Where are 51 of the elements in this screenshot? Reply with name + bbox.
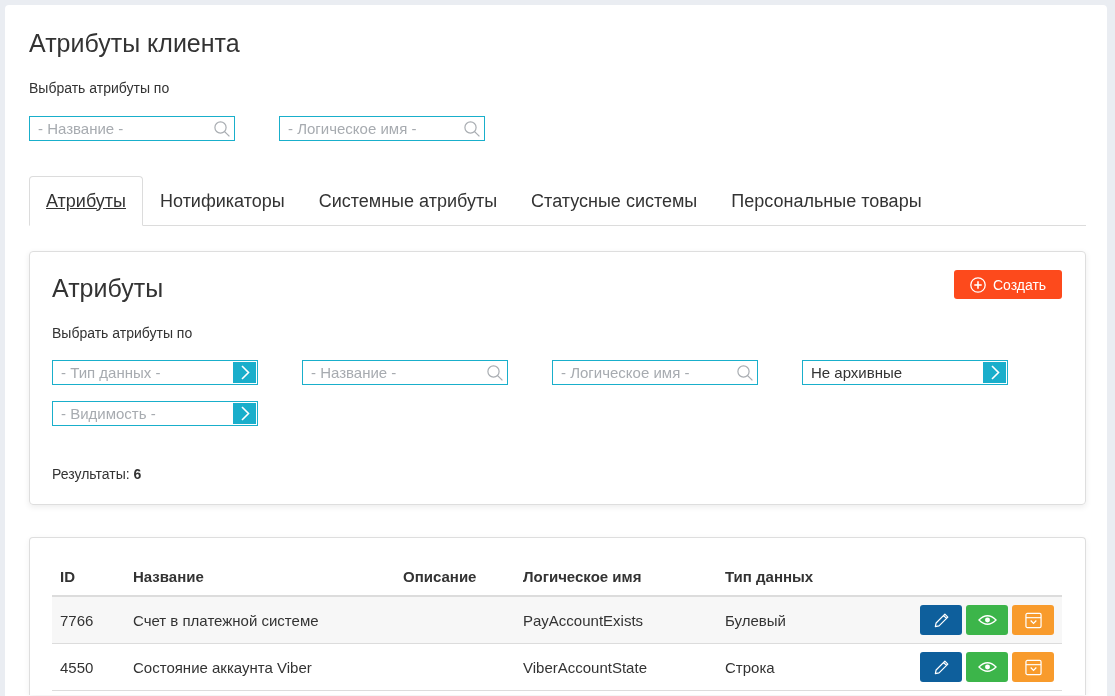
select-field[interactable]: Не архивные <box>802 360 1008 385</box>
search-icon <box>464 120 480 137</box>
table-cell: Строка <box>725 658 775 676</box>
search-field[interactable]: - Название - <box>29 116 235 141</box>
panel-title: Атрибуты <box>52 273 164 304</box>
view-button[interactable] <box>966 652 1008 682</box>
search-icon <box>487 364 503 381</box>
tab[interactable]: Персональные товары <box>714 176 939 226</box>
table-cell: 7766 <box>60 611 94 629</box>
tab[interactable]: Статусные системы <box>514 176 715 226</box>
select-field[interactable]: - Видимость - <box>52 401 258 426</box>
edit-button[interactable] <box>920 652 962 682</box>
column-header: Название <box>133 567 204 585</box>
filter-label: Выбрать атрибуты по <box>29 79 171 98</box>
pencil-icon <box>932 658 950 676</box>
table-cell: Счет в платежной системе <box>133 611 319 629</box>
tab[interactable]: Системные атрибуты <box>301 176 515 226</box>
chevron-icon[interactable] <box>233 362 256 383</box>
column-header: Логическое имя <box>523 567 642 585</box>
search-field[interactable]: - Логическое имя - <box>552 360 758 385</box>
tab[interactable]: Нотификаторы <box>143 176 302 226</box>
select-field[interactable]: - Тип данных - <box>52 360 258 385</box>
column-header: Тип данных <box>725 567 814 585</box>
table-cell: ViberAccountState <box>523 658 647 676</box>
results-count: Результаты: 6 <box>52 466 142 482</box>
edit-button[interactable] <box>920 605 962 635</box>
search-field[interactable]: - Логическое имя - <box>279 116 485 141</box>
search-icon <box>214 120 230 137</box>
table-cell: Состояние аккаунта Viber <box>133 658 312 676</box>
archive-button[interactable] <box>1012 652 1054 682</box>
page-title: Атрибуты клиента <box>29 28 241 59</box>
column-header: Описание <box>403 567 477 585</box>
chevron-icon[interactable] <box>983 362 1006 383</box>
eye-icon <box>977 614 997 626</box>
archive-tray-icon <box>1024 611 1042 629</box>
plus-circle-icon <box>969 276 986 293</box>
table-cell: PayAccountExists <box>523 611 644 629</box>
table-cell: 4550 <box>60 658 94 676</box>
search-icon <box>737 364 753 381</box>
archive-button[interactable] <box>1012 605 1054 635</box>
column-header: ID <box>60 567 75 585</box>
table-cell: Булевый <box>725 611 786 629</box>
create-button[interactable]: Создать <box>954 270 1062 299</box>
tab[interactable]: Атрибуты <box>29 176 143 226</box>
chevron-icon[interactable] <box>233 403 256 424</box>
view-button[interactable] <box>966 605 1008 635</box>
pencil-icon <box>932 611 950 629</box>
archive-tray-icon <box>1024 658 1042 676</box>
filter-label: Выбрать атрибуты по <box>52 324 194 343</box>
eye-icon <box>977 661 997 673</box>
search-field[interactable]: - Название - <box>302 360 508 385</box>
